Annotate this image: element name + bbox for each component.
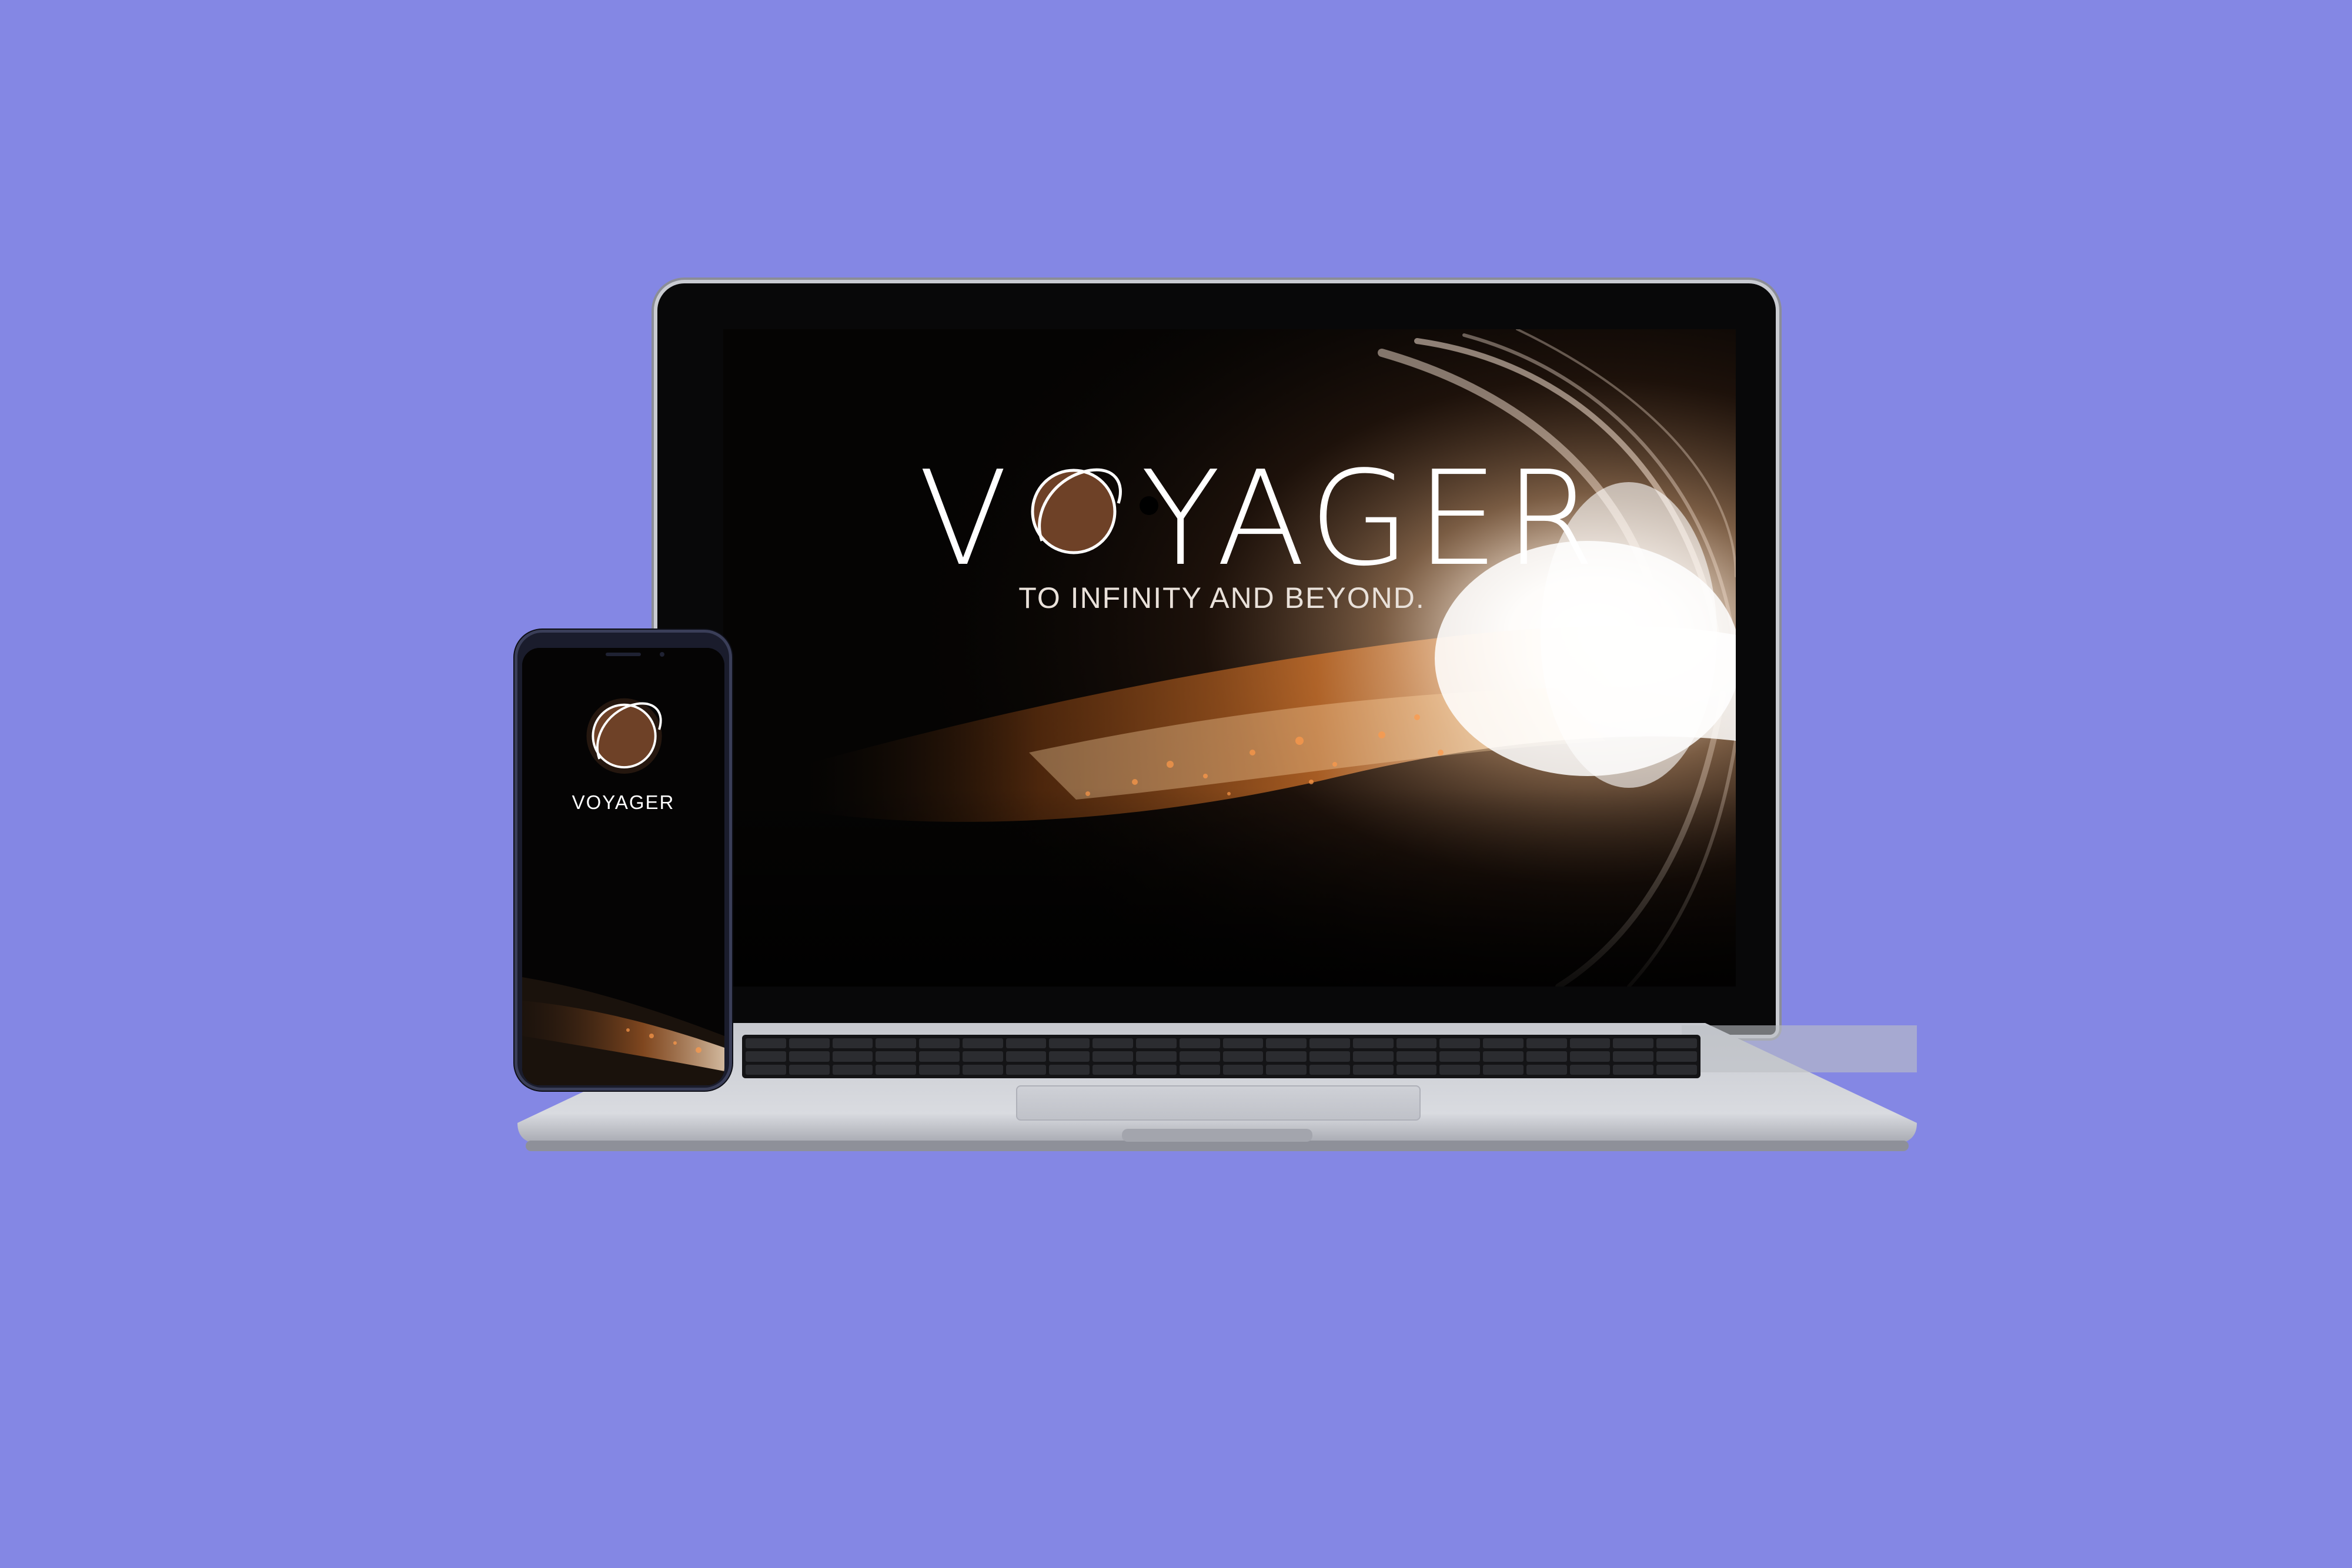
laptop-title-yager: YAGER xyxy=(1141,443,1601,595)
planet-orbit-icon xyxy=(586,698,662,774)
laptop-title-v: V xyxy=(918,443,1014,595)
laptop-touchpad xyxy=(1016,1085,1421,1121)
black-hole-background xyxy=(723,329,1736,987)
planet-orbit-icon xyxy=(1031,468,1122,554)
laptop-screen: V YAGER TO INFINITY AND BEYOND. xyxy=(723,329,1736,987)
phone-screen: VOYAGER xyxy=(522,648,724,1085)
laptop-keyboard xyxy=(742,1035,1700,1078)
laptop-tagline: TO INFINITY AND BEYOND. xyxy=(1018,581,1425,614)
phone-title: VOYAGER xyxy=(572,791,675,813)
